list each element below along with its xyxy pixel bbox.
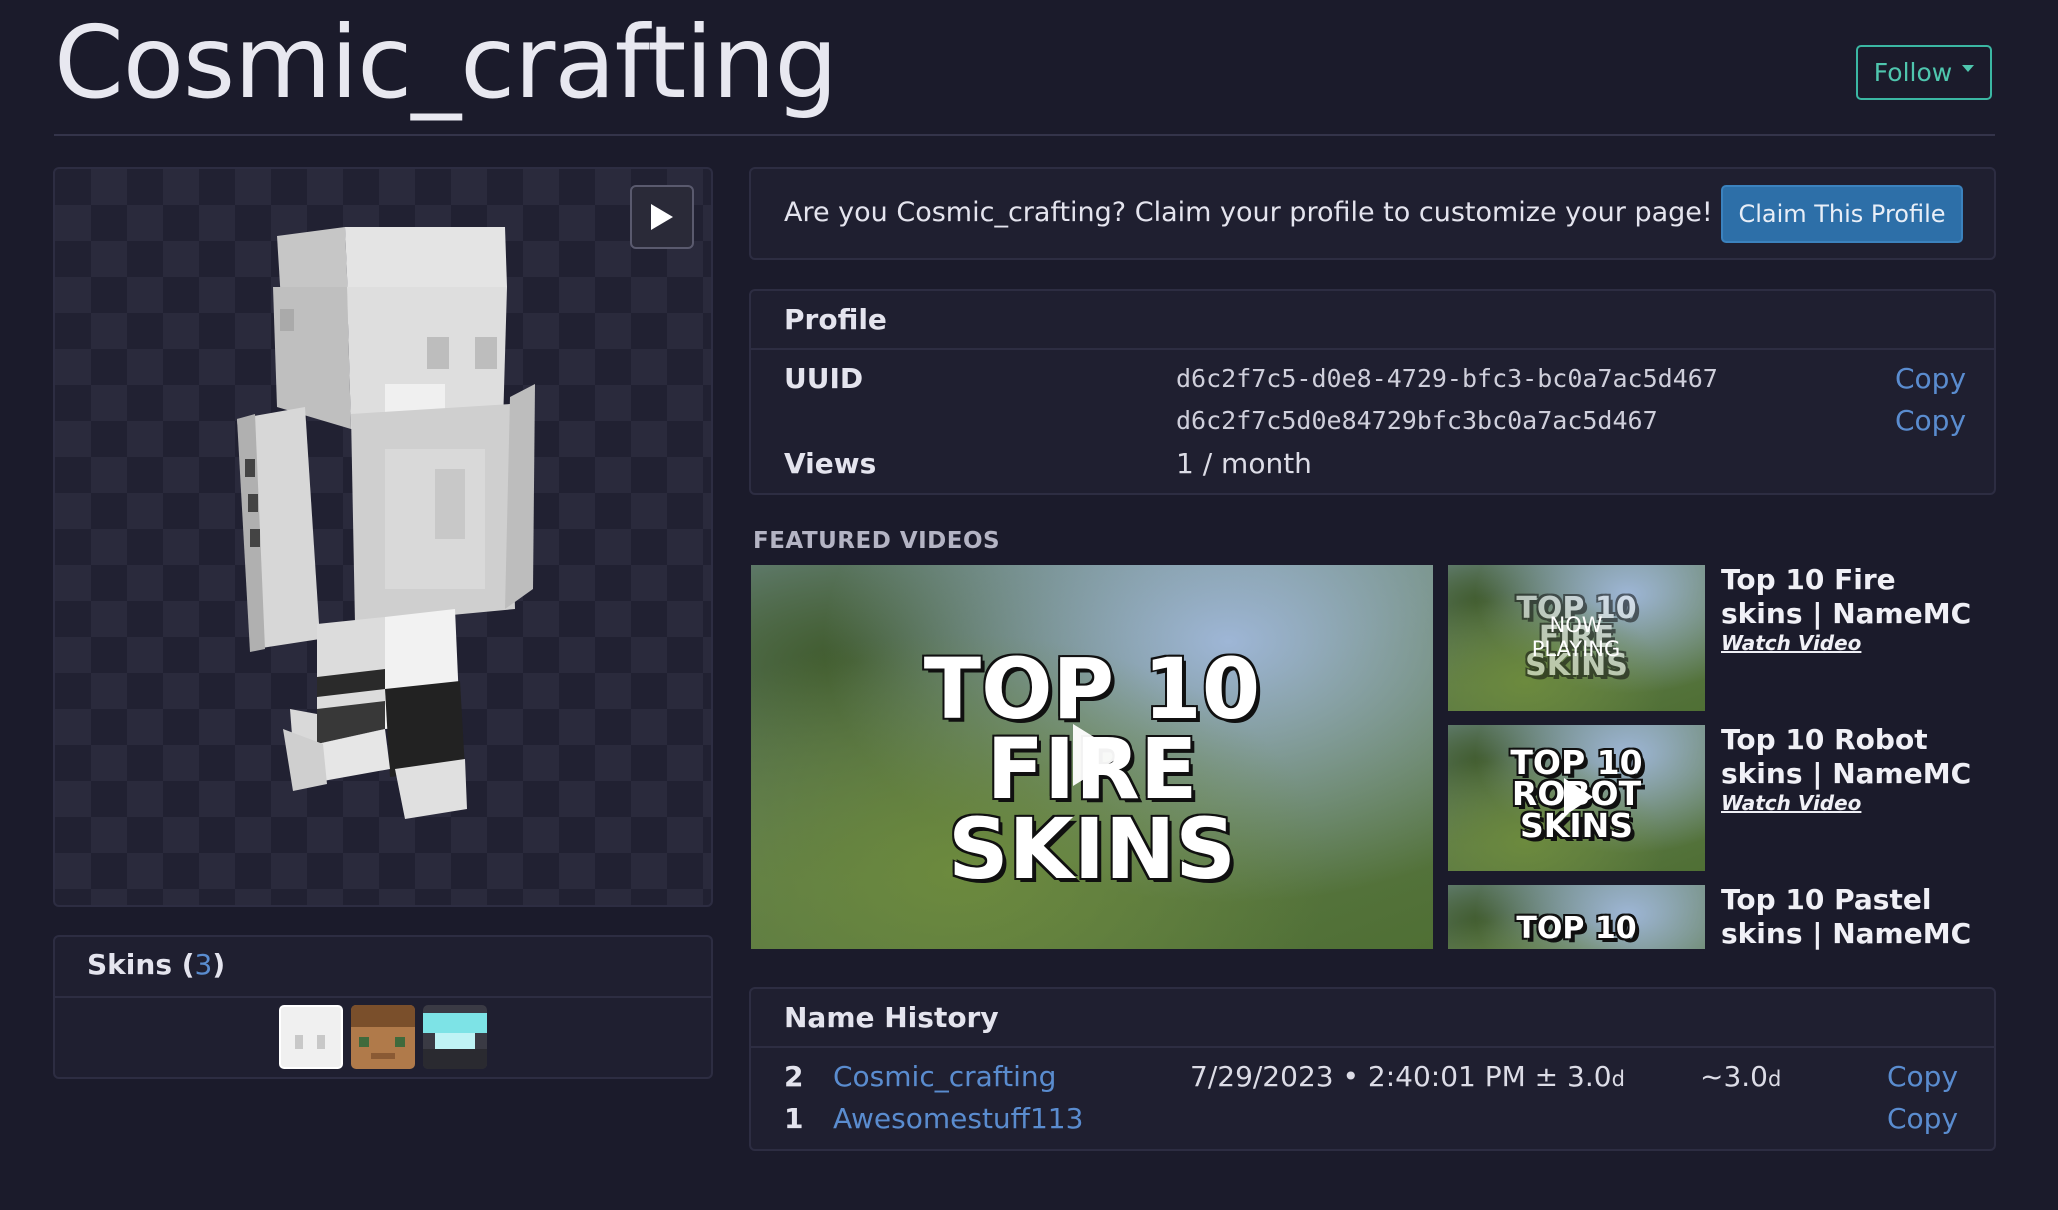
skin-thumbnail-1[interactable] <box>279 1005 343 1069</box>
main-thumb-line-1: TOP 10 <box>923 640 1261 738</box>
name-change-ago: ~3.0d <box>1700 1060 1782 1093</box>
profile-heading: Profile <box>784 303 887 336</box>
views-value: 1 / month <box>1176 447 1312 480</box>
play-icon <box>1564 778 1593 816</box>
video-thumbnail-3[interactable]: TOP 10 <box>1448 885 1705 949</box>
name-history-heading: Name History <box>784 1001 999 1034</box>
video-3-title: Top 10 Pastel skins | NameMC <box>1721 883 1972 950</box>
copy-name-link[interactable]: Copy <box>1887 1060 1958 1093</box>
play-animation-button[interactable] <box>630 185 694 249</box>
video-thumbnail-2[interactable]: TOP 10 ROBOT SKINS <box>1448 725 1705 871</box>
uuid-plain-value: d6c2f7c5d0e84729bfc3bc0a7ac5d467 <box>1176 406 1658 435</box>
claim-prompt-text: Are you Cosmic_crafting? Claim your prof… <box>784 197 1713 228</box>
copy-name-link[interactable]: Copy <box>1887 1102 1958 1135</box>
video-2-info: Top 10 Robot skins | NameMC Watch Video <box>1721 723 1981 815</box>
page-title: Cosmic_crafting <box>54 4 838 121</box>
copy-uuid-plain-link[interactable]: Copy <box>1895 404 1966 437</box>
watch-video-1-link[interactable]: Watch Video <box>1721 631 1861 655</box>
uuid-value: d6c2f7c5-d0e8-4729-bfc3-bc0a7ac5d467 <box>1176 364 1718 393</box>
name-history-index: 1 <box>784 1102 804 1135</box>
player-skin-render <box>237 227 535 819</box>
name-history-index: 2 <box>784 1060 804 1093</box>
name-history-name-link[interactable]: Cosmic_crafting <box>833 1060 1056 1093</box>
video-2-title: Top 10 Robot skins | NameMC <box>1721 723 1972 790</box>
uuid-label: UUID <box>784 362 864 395</box>
name-history-divider <box>751 1046 1994 1048</box>
name-change-date: 7/29/2023 • 2:40:01 PM ± 3.0d <box>1190 1060 1625 1093</box>
skins-heading: Skins (3) <box>87 948 226 981</box>
video-thumbnail-1[interactable]: TOP 10 FIRE SKINS NOW PLAYING <box>1448 565 1705 711</box>
caret-down-icon <box>1962 65 1975 72</box>
featured-video-player[interactable]: TOP 10 FIRE SKINS <box>751 565 1433 949</box>
skins-divider <box>55 996 711 998</box>
name-history-name-link[interactable]: Awesomestuff113 <box>833 1102 1083 1135</box>
main-thumb-line-3: SKINS <box>948 799 1236 898</box>
copy-uuid-link[interactable]: Copy <box>1895 362 1966 395</box>
play-icon <box>651 204 673 230</box>
now-playing-label: NOW PLAYING <box>1531 613 1621 661</box>
play-icon <box>1073 724 1123 786</box>
header-divider <box>54 134 1995 136</box>
follow-label: Follow <box>1873 58 1953 87</box>
follow-dropdown-button[interactable]: Follow <box>1856 45 1992 100</box>
skins-count: 3 <box>194 948 213 981</box>
skin-thumbnail-3[interactable] <box>423 1005 487 1069</box>
profile-divider <box>751 348 1994 350</box>
video-1-title: Top 10 Fire skins | NameMC <box>1721 563 1972 630</box>
video-1-info: Top 10 Fire skins | NameMC Watch Video <box>1721 563 1981 655</box>
skin-3d-viewer[interactable] <box>53 167 713 907</box>
views-label: Views <box>784 447 877 480</box>
featured-videos-heading: FEATURED VIDEOS <box>753 528 1001 554</box>
video-3-info: Top 10 Pastel skins | NameMC <box>1721 883 1981 951</box>
watch-video-2-link[interactable]: Watch Video <box>1721 791 1861 815</box>
claim-profile-button[interactable]: Claim This Profile <box>1721 185 1963 243</box>
skin-thumbnail-2[interactable] <box>351 1005 415 1069</box>
